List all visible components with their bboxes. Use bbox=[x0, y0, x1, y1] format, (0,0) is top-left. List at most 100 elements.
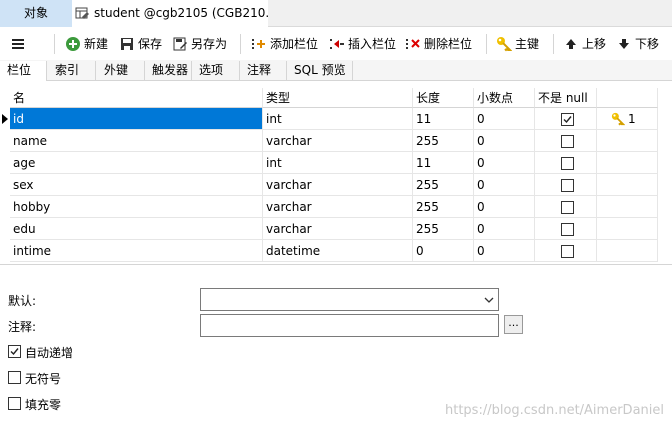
not-null-checkbox[interactable] bbox=[561, 223, 574, 236]
save-button[interactable]: 保存 bbox=[119, 33, 165, 55]
cell-not-null bbox=[535, 218, 597, 240]
toolbar: 新建 保存 另存为 添加栏位 插入栏位 删除栏位 主键 上移 下移 bbox=[0, 28, 672, 60]
cell-name[interactable]: age bbox=[10, 152, 263, 174]
move-down-button[interactable]: 下移 bbox=[616, 33, 662, 55]
cell-decimals[interactable]: 0 bbox=[474, 108, 535, 130]
cell-decimals[interactable]: 0 bbox=[474, 240, 535, 262]
comment-field[interactable] bbox=[200, 314, 499, 337]
cell-type[interactable]: varchar bbox=[263, 196, 413, 218]
save-as-button[interactable]: 另存为 bbox=[172, 33, 230, 55]
unsigned-checkbox[interactable] bbox=[8, 371, 21, 384]
not-null-checkbox[interactable] bbox=[561, 245, 574, 258]
cell-key bbox=[597, 152, 658, 174]
tab-comment[interactable]: 注释 bbox=[240, 61, 287, 81]
cell-key bbox=[597, 130, 658, 152]
toolbar-separator bbox=[486, 34, 487, 54]
cell-decimals[interactable]: 0 bbox=[474, 218, 535, 240]
table-row[interactable]: intime datetime 0 0 bbox=[0, 240, 672, 262]
cell-length[interactable]: 255 bbox=[413, 130, 474, 152]
table-row[interactable]: age int 11 0 bbox=[0, 152, 672, 174]
cell-type[interactable]: int bbox=[263, 108, 413, 130]
auto-increment-checkbox[interactable] bbox=[8, 345, 21, 358]
table-row[interactable]: id int 11 0 1 bbox=[0, 108, 672, 130]
zerofill-label: 填充零 bbox=[25, 398, 62, 412]
key-icon bbox=[611, 112, 625, 126]
cell-decimals[interactable]: 0 bbox=[474, 152, 535, 174]
move-up-button[interactable]: 上移 bbox=[563, 33, 609, 55]
tab-objects[interactable]: 对象 bbox=[0, 0, 72, 27]
check-icon bbox=[563, 116, 572, 124]
table-row[interactable]: edu varchar 255 0 bbox=[0, 218, 672, 240]
default-label: 默认: bbox=[8, 294, 37, 308]
arrow-up-icon bbox=[566, 39, 576, 49]
cell-name[interactable]: name bbox=[10, 130, 263, 152]
unsigned-label: 无符号 bbox=[25, 372, 62, 386]
primary-key-button[interactable]: 主键 bbox=[496, 33, 542, 55]
cell-not-null bbox=[535, 108, 597, 130]
check-icon bbox=[10, 348, 19, 356]
not-null-checkbox[interactable] bbox=[561, 113, 574, 126]
not-null-checkbox[interactable] bbox=[561, 201, 574, 214]
table-row[interactable]: hobby varchar 255 0 bbox=[0, 196, 672, 218]
tab-table-label: student @cgb2105 (CGB210... bbox=[94, 6, 268, 20]
not-null-checkbox[interactable] bbox=[561, 135, 574, 148]
add-column-icon bbox=[252, 39, 265, 49]
cell-name[interactable]: sex bbox=[10, 174, 263, 196]
header-key bbox=[597, 88, 658, 108]
cell-length[interactable]: 255 bbox=[413, 196, 474, 218]
delete-column-button[interactable]: 删除栏位 bbox=[405, 33, 475, 55]
cell-type[interactable]: varchar bbox=[263, 130, 413, 152]
cell-name[interactable]: intime bbox=[10, 240, 263, 262]
table-row[interactable]: name varchar 255 0 bbox=[0, 130, 672, 152]
cell-length[interactable]: 255 bbox=[413, 174, 474, 196]
cell-type[interactable]: varchar bbox=[263, 218, 413, 240]
menu-button[interactable] bbox=[10, 33, 30, 55]
cell-key bbox=[597, 174, 658, 196]
save-icon bbox=[121, 38, 133, 50]
cell-key: 1 bbox=[597, 108, 658, 130]
header-type: 类型 bbox=[263, 88, 413, 108]
cell-length[interactable]: 11 bbox=[413, 152, 474, 174]
cell-type[interactable]: int bbox=[263, 152, 413, 174]
cell-key bbox=[597, 218, 658, 240]
toolbar-separator bbox=[240, 34, 241, 54]
tab-triggers[interactable]: 触发器 bbox=[145, 61, 192, 81]
cell-key bbox=[597, 240, 658, 262]
insert-column-button[interactable]: 插入栏位 bbox=[329, 33, 399, 55]
comment-label: 注释: bbox=[8, 320, 37, 334]
cell-length[interactable]: 0 bbox=[413, 240, 474, 262]
cell-name[interactable]: edu bbox=[10, 218, 263, 240]
tab-sql-preview[interactable]: SQL 预览 bbox=[287, 61, 353, 81]
cell-type[interactable]: varchar bbox=[263, 174, 413, 196]
window-tab-bar: 对象 student @cgb2105 (CGB210... bbox=[0, 0, 672, 27]
default-select[interactable] bbox=[200, 288, 499, 311]
tab-foreign-keys[interactable]: 外键 bbox=[97, 61, 145, 81]
zerofill-checkbox[interactable] bbox=[8, 397, 21, 410]
cell-key bbox=[597, 196, 658, 218]
cell-decimals[interactable]: 0 bbox=[474, 196, 535, 218]
cell-not-null bbox=[535, 196, 597, 218]
cell-decimals[interactable]: 0 bbox=[474, 130, 535, 152]
header-not-null: 不是 null bbox=[535, 88, 597, 108]
add-column-button[interactable]: 添加栏位 bbox=[251, 33, 321, 55]
chevron-down-icon bbox=[484, 297, 494, 303]
table-row[interactable]: sex varchar 255 0 bbox=[0, 174, 672, 196]
tab-options[interactable]: 选项 bbox=[192, 61, 240, 81]
cell-length[interactable]: 255 bbox=[413, 218, 474, 240]
tab-columns[interactable]: 栏位 bbox=[0, 61, 47, 81]
comment-browse-button[interactable]: ... bbox=[504, 315, 523, 334]
not-null-checkbox[interactable] bbox=[561, 179, 574, 192]
key-icon bbox=[497, 37, 512, 52]
not-null-checkbox[interactable] bbox=[561, 157, 574, 170]
cell-decimals[interactable]: 0 bbox=[474, 174, 535, 196]
tab-table-design[interactable]: student @cgb2105 (CGB210... bbox=[72, 0, 268, 27]
cell-not-null bbox=[535, 240, 597, 262]
hamburger-icon bbox=[12, 39, 24, 49]
cell-name[interactable]: id bbox=[10, 108, 263, 130]
header-name: 名 bbox=[10, 88, 263, 108]
cell-type[interactable]: datetime bbox=[263, 240, 413, 262]
cell-length[interactable]: 11 bbox=[413, 108, 474, 130]
new-button[interactable]: 新建 bbox=[65, 33, 111, 55]
cell-name[interactable]: hobby bbox=[10, 196, 263, 218]
tab-indexes[interactable]: 索引 bbox=[48, 61, 96, 81]
